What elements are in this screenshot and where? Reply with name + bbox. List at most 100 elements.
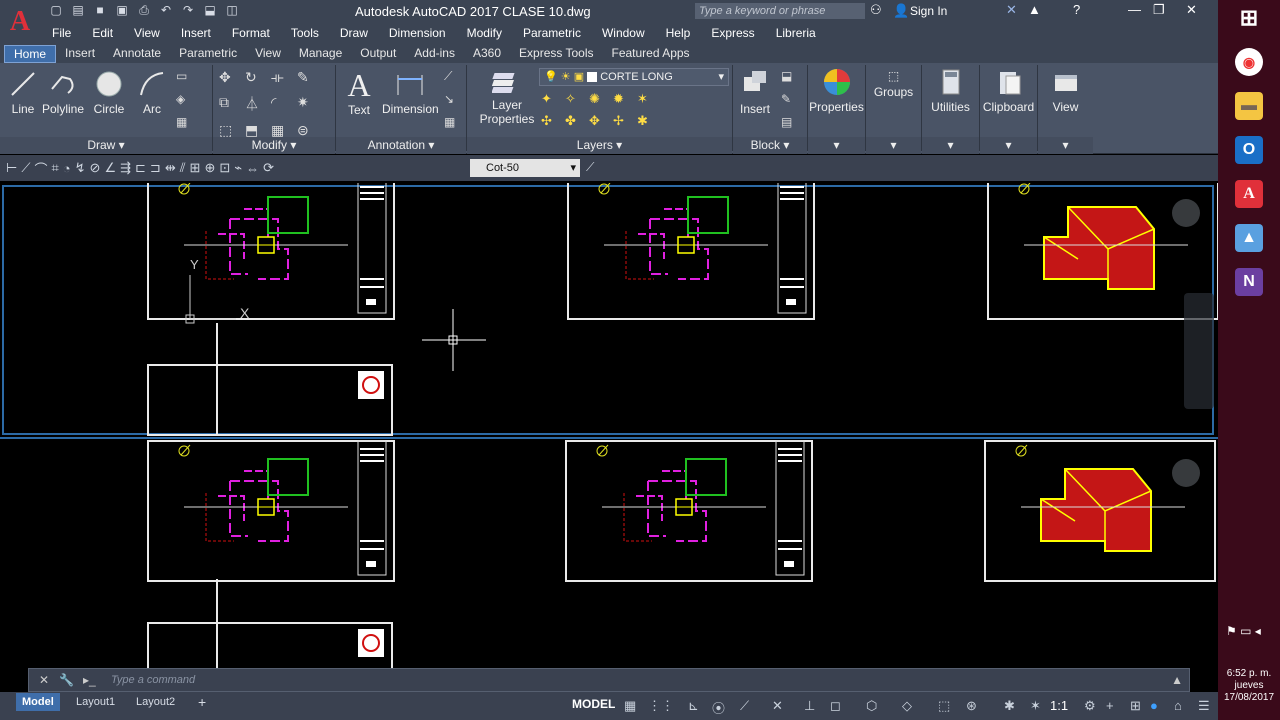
layers-panel-title[interactable]: Layers ▾ — [467, 137, 732, 154]
center-mark-icon[interactable]: ⊕ — [204, 160, 215, 176]
a360-icon[interactable]: ▲ — [1028, 2, 1041, 17]
menu-edit[interactable]: Edit — [92, 26, 113, 40]
menu-insert[interactable]: Insert — [181, 26, 211, 40]
dimension-button[interactable]: Dimension — [382, 69, 439, 116]
share-icon[interactable]: ⬓ — [202, 2, 218, 18]
jogged-linear-icon[interactable]: ⌁ — [234, 160, 242, 176]
search-input[interactable]: Type a keyword or phrase — [695, 3, 865, 19]
workspace-icon[interactable]: ◫ — [224, 2, 240, 18]
boundary-icon[interactable]: ▦ — [176, 115, 187, 129]
menu-modify[interactable]: Modify — [467, 26, 502, 40]
break-icon[interactable]: ⫽ — [180, 160, 186, 176]
notification-icons[interactable]: ⚑ ▭ ◂ — [1226, 624, 1261, 638]
system-clock[interactable]: 6:52 p. m. jueves 17/08/2017 — [1218, 668, 1280, 704]
tab-layout1[interactable]: Layout1 — [70, 693, 121, 711]
line-button[interactable]: Line — [8, 69, 38, 116]
multileader-icon[interactable]: ↘ — [444, 92, 454, 106]
hatch-icon[interactable]: ◈ — [176, 92, 185, 106]
view-button[interactable]: View — [1038, 67, 1093, 114]
customize-icon[interactable]: 🔧 — [59, 673, 74, 687]
clipboard-panel[interactable]: Clipboard ▾ — [980, 63, 1037, 154]
layer-off-icon[interactable]: ✦ — [541, 91, 565, 107]
tab-annotate[interactable]: Annotate — [104, 45, 170, 63]
utilities-panel-expander[interactable]: ▾ — [922, 137, 979, 154]
layer-unlock-icon[interactable]: ✢ — [613, 113, 637, 129]
redo-icon[interactable]: ↷ — [180, 2, 196, 18]
polar-icon[interactable]: ⦿ — [712, 698, 725, 717]
hardware-acceleration-icon[interactable]: ⌂ — [1174, 698, 1182, 713]
explode-icon[interactable]: ✷ — [297, 94, 323, 114]
layer-match-icon[interactable]: ✣ — [541, 113, 565, 129]
menu-tools[interactable]: Tools — [291, 26, 319, 40]
tab-output[interactable]: Output — [351, 45, 405, 63]
view-panel-expander[interactable]: ▾ — [1038, 137, 1093, 154]
circle-button[interactable]: Circle — [92, 69, 126, 116]
tab-layout2[interactable]: Layout2 — [130, 693, 181, 711]
trim-icon[interactable]: ⟛ — [271, 69, 297, 86]
annotation-panel-title[interactable]: Annotation ▾ — [336, 137, 466, 154]
selection-cycling-icon[interactable]: ⬚ — [938, 698, 950, 714]
layer-isolate-icon[interactable]: ✧ — [565, 91, 589, 107]
new-icon[interactable]: ▢ — [48, 2, 64, 18]
clipboard-panel-expander[interactable]: ▾ — [980, 137, 1037, 154]
dim-style-manager-icon[interactable]: ⟋ — [586, 160, 594, 175]
tab-add-ins[interactable]: Add-ins — [405, 45, 464, 63]
modify-panel-title[interactable]: Modify ▾ — [213, 137, 335, 154]
tab-view[interactable]: View — [246, 45, 290, 63]
windows-start-icon[interactable]: ⊞ — [1235, 4, 1263, 32]
drawing-canvas[interactable]: Y X — [0, 183, 1218, 668]
sign-in-button[interactable]: Sign In — [910, 4, 947, 18]
groups-panel-expander[interactable]: ▾ — [866, 137, 921, 154]
command-history-icon[interactable]: ▸_ — [83, 673, 96, 687]
isolate-objects-icon[interactable]: ● — [1150, 698, 1158, 713]
quick-dim-icon[interactable]: ⇶ — [120, 160, 131, 176]
save-as-icon[interactable]: ▣ — [114, 2, 130, 18]
layer-dropdown[interactable]: 💡 ☀ ▣ CORTE LONG ▾ — [539, 68, 729, 86]
tab-home[interactable]: Home — [4, 45, 57, 63]
radius-icon[interactable]: ◔ — [63, 161, 71, 176]
save-icon[interactable]: ■ — [92, 2, 108, 18]
dim-style-dropdown[interactable]: Cot-50 ▾ — [470, 159, 580, 177]
close-icon[interactable]: ✕ — [39, 673, 49, 687]
snap-icon[interactable]: ⋮⋮ — [648, 698, 674, 714]
view-panel[interactable]: View ▾ — [1038, 63, 1093, 154]
menu-dimension[interactable]: Dimension — [389, 26, 446, 40]
units-icon[interactable]: ⊞ — [1130, 698, 1141, 714]
menu-format[interactable]: Format — [232, 26, 270, 40]
layer-properties-button[interactable]: Layer Properties — [475, 69, 539, 126]
mirror-icon[interactable]: ⏃ — [245, 94, 271, 114]
model-space-toggle[interactable]: MODEL — [572, 697, 615, 711]
annotation-scale[interactable]: 1:1 — [1050, 698, 1068, 713]
onenote-icon[interactable]: N — [1235, 268, 1263, 296]
file-explorer-icon[interactable]: ▬ — [1235, 92, 1263, 120]
workspace-gear-icon[interactable]: ⚙ — [1084, 698, 1096, 714]
leader-icon[interactable]: ⟋ — [444, 69, 452, 84]
maximize-icon[interactable]: ❐ — [1153, 2, 1165, 18]
dim-update-icon[interactable]: ⟳ — [263, 160, 274, 176]
rectangle-icon[interactable]: ▭ — [176, 69, 187, 83]
grid-icon[interactable]: ▦ — [624, 698, 636, 714]
outlook-icon[interactable]: O — [1235, 136, 1263, 164]
lineweight-icon[interactable]: ⊥ — [804, 698, 815, 714]
properties-panel[interactable]: Properties ▾ — [808, 63, 865, 154]
layer-unisolate-icon[interactable]: ✶ — [637, 91, 661, 107]
copy-icon[interactable]: ⧉ — [219, 94, 245, 114]
print-icon[interactable]: ⎙ — [136, 2, 152, 18]
tab-parametric[interactable]: Parametric — [170, 45, 246, 63]
customization-icon[interactable]: ☰ — [1198, 698, 1210, 714]
ordinate-icon[interactable]: ⌗ — [51, 160, 58, 176]
tab-insert[interactable]: Insert — [56, 45, 104, 63]
menu-help[interactable]: Help — [666, 26, 691, 40]
menu-view[interactable]: View — [134, 26, 160, 40]
inspect-icon[interactable]: ⊡ — [219, 160, 230, 176]
layer-freeze-icon[interactable]: ✺ — [589, 91, 613, 107]
isodraft-icon[interactable]: ⟋ — [740, 698, 749, 714]
clipboard-button[interactable]: Clipboard — [980, 67, 1037, 114]
insert-button[interactable]: Insert — [735, 69, 775, 116]
table-icon[interactable]: ▦ — [444, 115, 455, 129]
tab-express-tools[interactable]: Express Tools — [510, 45, 602, 63]
edit-dim-icon[interactable]: ⇔ — [246, 161, 259, 176]
binoculars-icon[interactable]: ⚇ — [870, 2, 882, 18]
undo-icon[interactable]: ↶ — [158, 2, 174, 18]
chevron-up-icon[interactable]: ▲ — [1171, 673, 1183, 687]
